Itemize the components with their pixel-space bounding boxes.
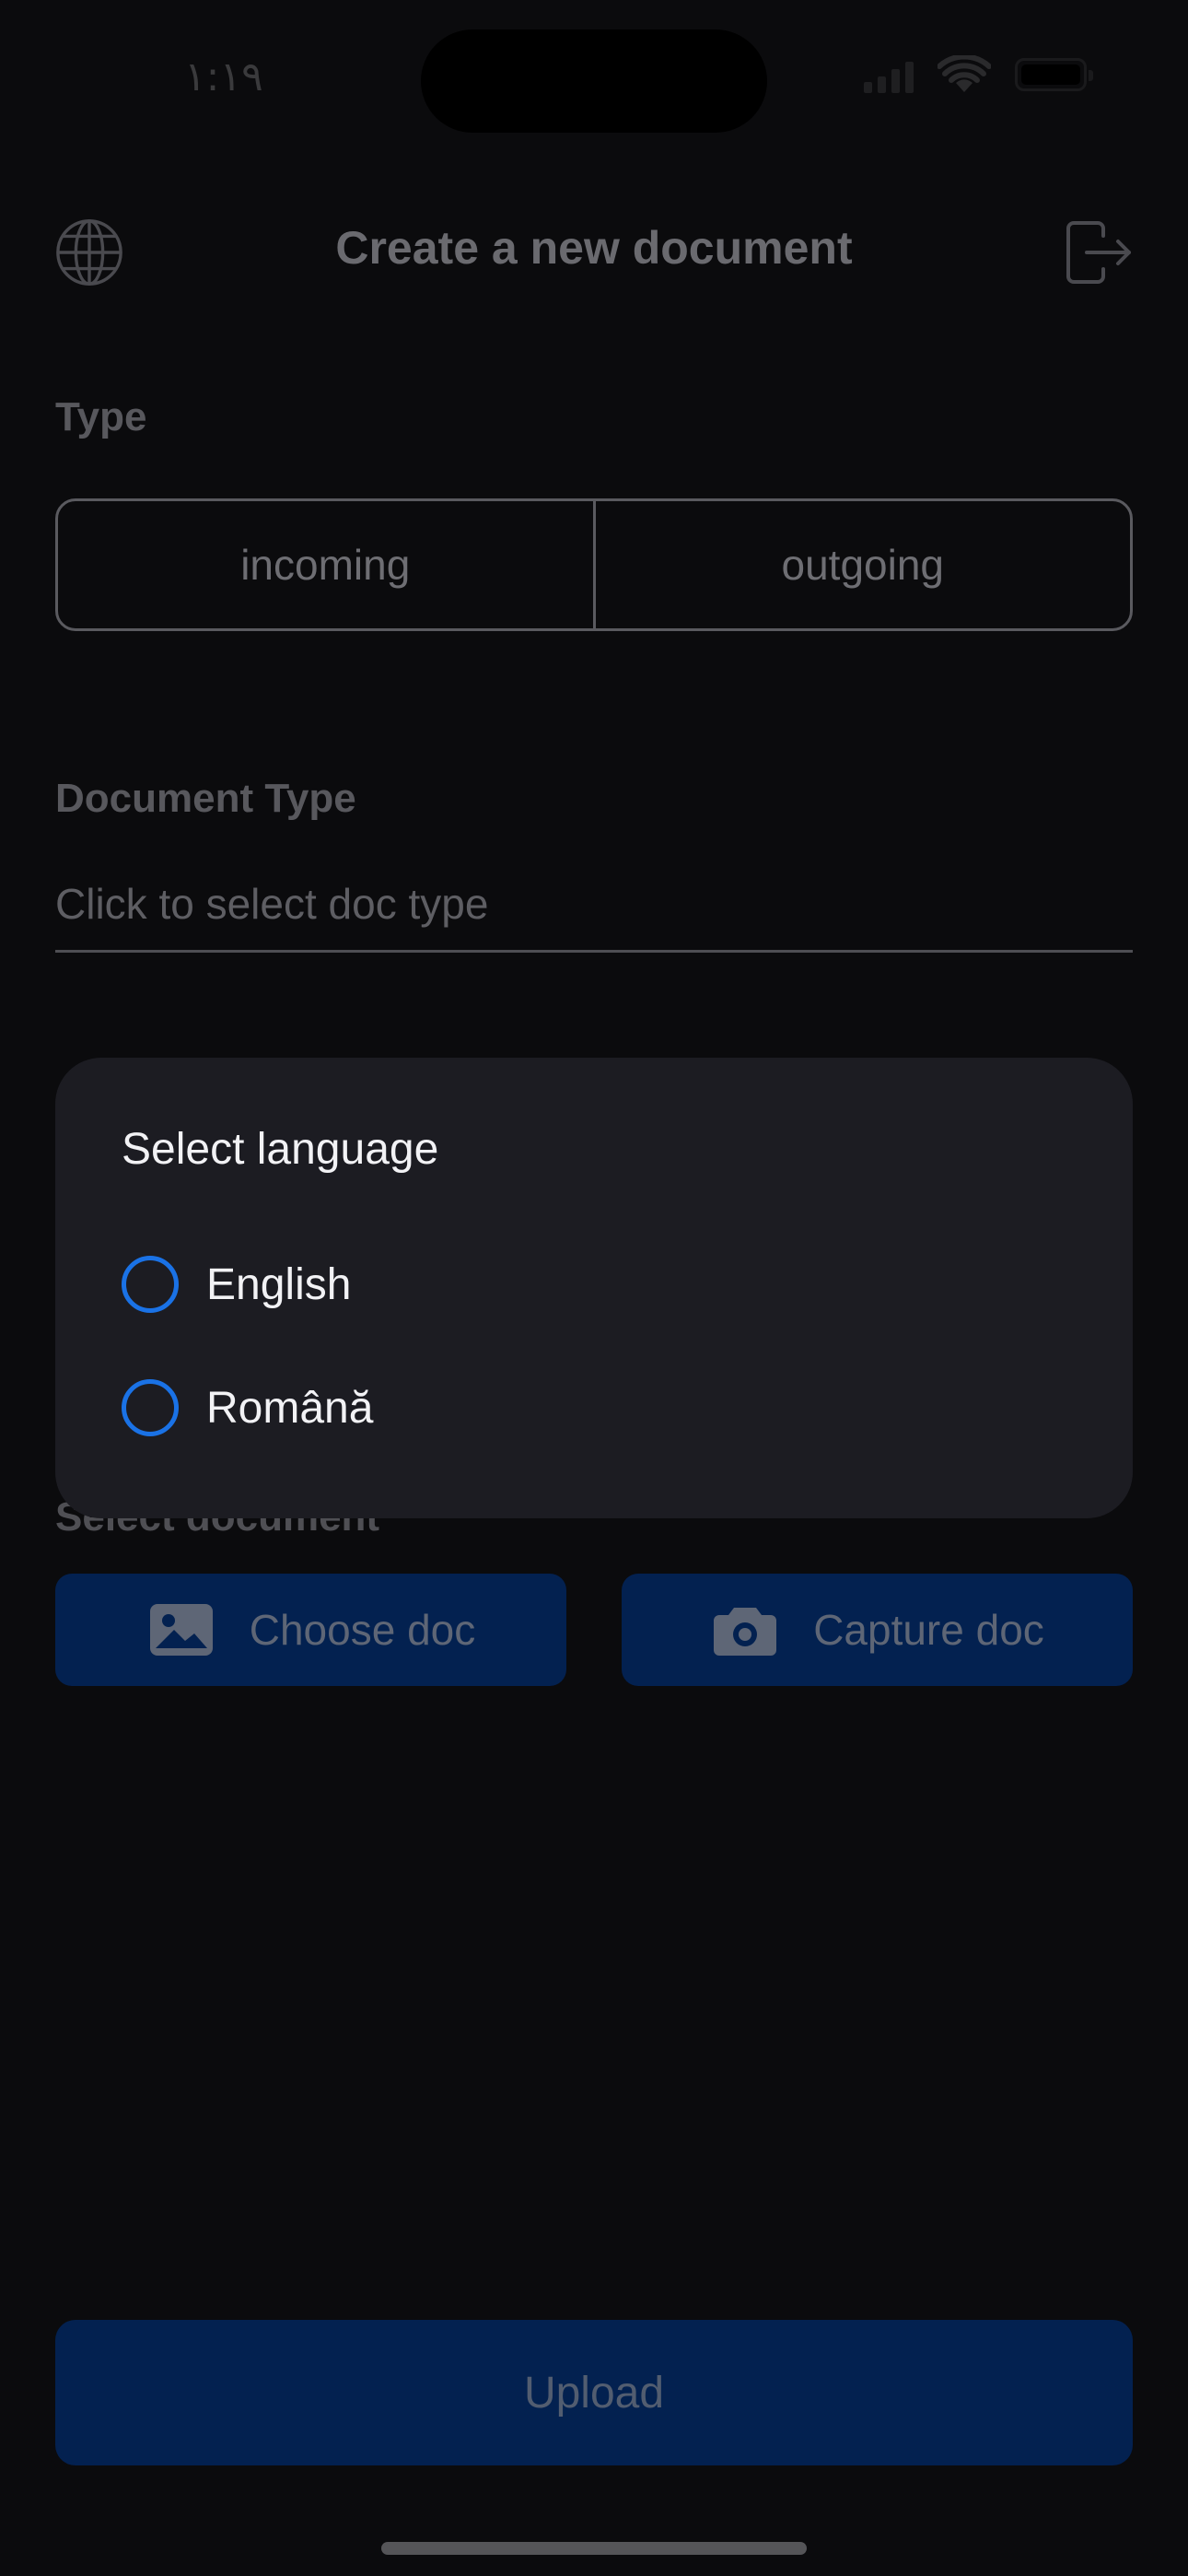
dynamic-island xyxy=(421,29,767,133)
language-option-label: Română xyxy=(206,1383,374,1433)
status-indicators xyxy=(864,55,1093,94)
language-option-romana[interactable]: Română xyxy=(122,1346,1066,1469)
choose-doc-label: Choose doc xyxy=(249,1606,476,1654)
camera-icon xyxy=(714,1608,777,1656)
capture-doc-label: Capture doc xyxy=(813,1606,1044,1654)
capture-doc-button[interactable]: Capture doc xyxy=(622,1574,1133,1686)
language-option-english[interactable]: English xyxy=(122,1223,1066,1346)
radio-button[interactable] xyxy=(122,1256,179,1313)
dialog-title: Select language xyxy=(122,1125,439,1174)
type-label: Type xyxy=(55,394,147,439)
image-icon xyxy=(149,1604,213,1656)
document-type-label: Document Type xyxy=(55,776,356,821)
language-option-label: English xyxy=(206,1259,352,1309)
screen: ١:١٩ Create a new document Type incoming… xyxy=(0,0,1188,2576)
status-time: ١:١٩ xyxy=(184,53,263,100)
segment-incoming[interactable]: incoming xyxy=(58,501,593,628)
choose-doc-button[interactable]: Choose doc xyxy=(55,1574,566,1686)
doc-type-select[interactable]: Click to select doc type xyxy=(55,873,1133,953)
upload-button[interactable]: Upload xyxy=(55,2320,1133,2465)
type-segmented-control: incoming outgoing xyxy=(55,498,1133,631)
battery-icon xyxy=(1015,58,1093,91)
wifi-icon xyxy=(938,55,991,92)
cellular-signal-icon xyxy=(864,56,914,93)
page-title: Create a new document xyxy=(335,222,853,274)
segment-outgoing[interactable]: outgoing xyxy=(592,501,1131,628)
logout-icon[interactable] xyxy=(1061,216,1135,289)
radio-button[interactable] xyxy=(122,1379,179,1436)
home-indicator xyxy=(381,2542,807,2555)
language-dialog: Select language English Română xyxy=(55,1058,1133,1518)
